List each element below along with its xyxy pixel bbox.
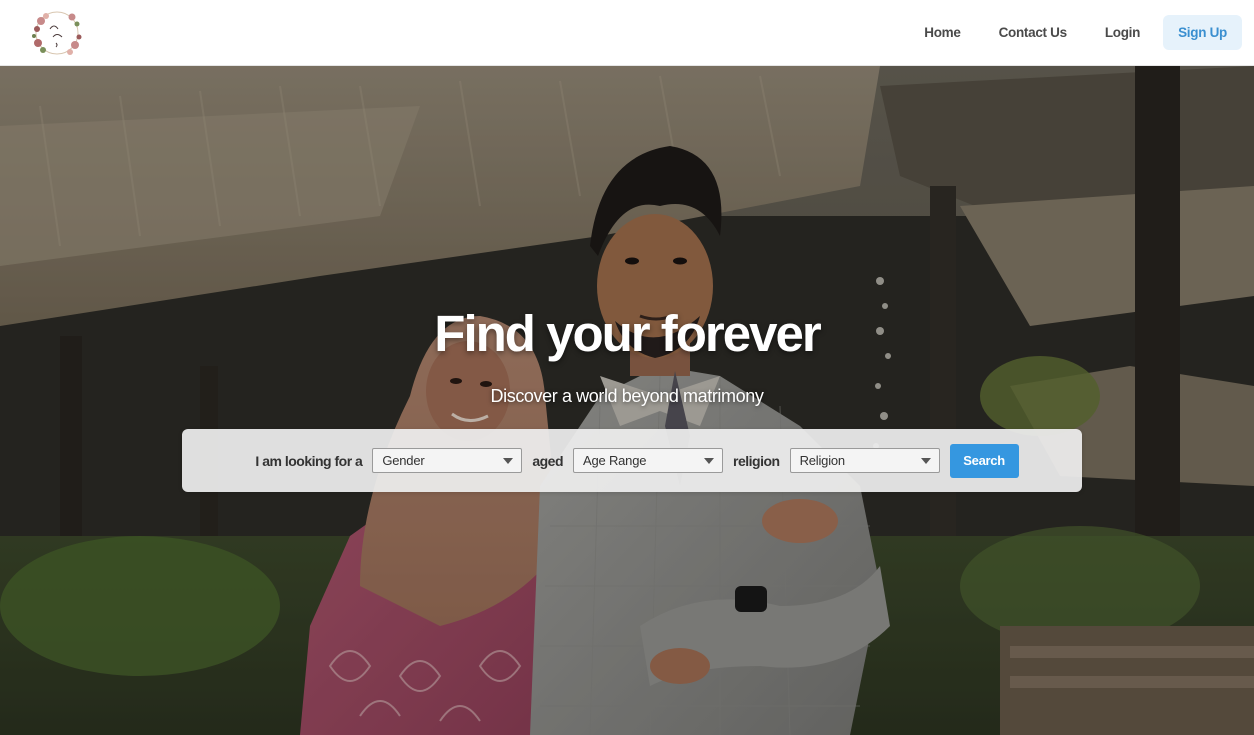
chevron-down-icon [920,458,931,464]
aged-label: aged [532,452,564,469]
religion-select[interactable]: Religion [789,448,940,473]
religion-label: religion [733,452,780,469]
hero-subtitle: Discover a world beyond matrimony [490,386,764,406]
site-header: Home Contact Us Login Sign Up [0,0,1254,66]
gender-select[interactable]: Gender [372,448,523,473]
nav-contact-link[interactable]: Contact Us [984,15,1082,50]
nav-login-link[interactable]: Login [1090,15,1155,50]
religion-select-value: Religion [799,453,846,468]
age-range-select-value: Age Range [583,453,647,468]
gender-select-value: Gender [382,453,425,468]
search-panel: I am looking for a Gender aged Age Range… [182,429,1082,492]
search-button[interactable]: Search [949,443,1019,478]
floral-logo[interactable] [28,7,86,59]
looking-for-label: I am looking for a [255,452,363,469]
chevron-down-icon [503,458,514,464]
hero-section: Find your forever Discover a world beyon… [0,66,1254,735]
nav-home-link[interactable]: Home [909,15,975,50]
main-nav: Home Contact Us Login Sign Up [909,15,1242,50]
age-range-select[interactable]: Age Range [573,448,724,473]
chevron-down-icon [704,458,715,464]
hero-title: Find your forever [434,305,821,362]
nav-signup-button[interactable]: Sign Up [1163,15,1242,50]
